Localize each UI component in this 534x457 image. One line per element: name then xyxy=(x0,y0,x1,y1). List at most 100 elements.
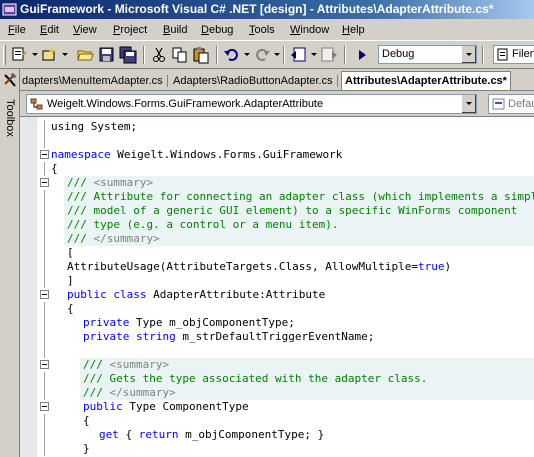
code-line[interactable]: /// model of a generic GUI element) to a… xyxy=(20,204,534,218)
toolbox-tab[interactable]: Toolbox xyxy=(1,95,18,155)
outline-line xyxy=(44,428,45,442)
outline-line xyxy=(44,260,45,274)
menu-edit[interactable]: Edit xyxy=(40,22,59,38)
code-token: m_strDefaultTriggerEventName; xyxy=(175,330,375,343)
collapse-icon[interactable] xyxy=(40,178,49,187)
outline-line xyxy=(44,274,45,288)
undo-icon[interactable] xyxy=(222,45,242,65)
code-token: using System; xyxy=(51,120,138,133)
menu-debug[interactable]: Debug xyxy=(201,22,233,38)
code-line[interactable]: public Type ComponentType xyxy=(20,400,534,414)
cut-icon[interactable] xyxy=(149,45,169,65)
tab-menu-item-adapter[interactable]: dapters\MenuItemAdapter.cs xyxy=(20,72,163,90)
code-line[interactable]: private string m_strDefaultTriggerEventN… xyxy=(20,330,534,344)
keyword-token: namespace xyxy=(51,148,111,161)
menu-label-rest: uild xyxy=(170,24,188,36)
outline-line xyxy=(44,344,45,358)
undo-dropdown-icon[interactable] xyxy=(244,53,250,56)
code-token: Type m_objComponentType; xyxy=(129,316,295,329)
collapse-icon[interactable] xyxy=(40,150,49,159)
code-text: /// Attribute for connecting an adapter … xyxy=(67,190,534,204)
navigate-back-dropdown-icon[interactable] xyxy=(311,53,317,56)
chevron-down-icon[interactable] xyxy=(461,95,476,113)
save-icon[interactable] xyxy=(97,45,117,65)
code-line[interactable]: public class AdapterAttribute:Attribute xyxy=(20,288,534,302)
menu-tools[interactable]: Tools xyxy=(249,22,275,38)
code-line[interactable]: namespace Weigelt.Windows.Forms.GuiFrame… xyxy=(20,148,534,162)
code-text: get { return m_objComponentType; } xyxy=(99,428,324,442)
menu-view[interactable]: View xyxy=(73,22,97,38)
code-line[interactable] xyxy=(20,134,534,148)
collapse-icon[interactable] xyxy=(40,402,49,411)
menu-project[interactable]: Project xyxy=(113,22,147,38)
new-project-dropdown-icon[interactable] xyxy=(32,53,38,56)
code-text: ] xyxy=(67,274,74,288)
comment-token: <summary> xyxy=(109,358,170,371)
add-item-dropdown-icon[interactable] xyxy=(62,53,68,56)
find-combo[interactable]: Filen xyxy=(493,45,534,64)
toolbox-icon[interactable] xyxy=(2,73,17,88)
code-token: { xyxy=(67,302,74,315)
code-text: { xyxy=(83,414,90,428)
copy-icon[interactable] xyxy=(170,45,190,65)
save-all-icon[interactable] xyxy=(118,45,138,65)
code-line[interactable]: using System; xyxy=(20,120,534,134)
collapse-icon[interactable] xyxy=(40,290,49,299)
code-token: AttributeUsage(AttributeTargets.Class, A… xyxy=(67,260,418,273)
code-line[interactable]: /// type (e.g. a control or a menu item)… xyxy=(20,218,534,232)
code-line[interactable]: get { return m_objComponentType; } xyxy=(20,428,534,442)
tab-adapter-attribute[interactable]: Attributes\AdapterAttribute.cs* xyxy=(341,71,511,90)
menu-help[interactable]: Help xyxy=(342,22,365,38)
code-line[interactable]: /// <summary> xyxy=(20,176,534,190)
code-line[interactable]: /// <summary> xyxy=(20,358,534,372)
navigate-forward-icon[interactable] xyxy=(319,45,339,65)
code-line[interactable]: { xyxy=(20,302,534,316)
code-line[interactable]: private Type m_objComponentType; xyxy=(20,316,534,330)
code-editor[interactable]: using System; namespace Weigelt.Windows.F… xyxy=(20,117,534,457)
add-item-icon[interactable] xyxy=(40,45,60,65)
code-line[interactable]: /// Gets the type associated with the ad… xyxy=(20,372,534,386)
new-project-icon[interactable] xyxy=(10,45,30,65)
type-dropdown[interactable]: Weigelt.Windows.Forms.GuiFramework.Adapt… xyxy=(26,94,477,114)
code-line[interactable]: { xyxy=(20,162,534,176)
code-line[interactable] xyxy=(20,344,534,358)
paste-icon[interactable] xyxy=(191,45,211,65)
start-icon[interactable] xyxy=(352,45,372,65)
code-line[interactable]: /// </summary> xyxy=(20,232,534,246)
menu-build[interactable]: Build xyxy=(163,22,187,38)
code-text: /// model of a generic GUI element) to a… xyxy=(67,204,517,218)
code-line[interactable]: { xyxy=(20,414,534,428)
comment-token: </summary> xyxy=(109,386,176,399)
navigate-back-icon[interactable] xyxy=(289,45,309,65)
code-text: { xyxy=(51,162,58,176)
toolbox-sidebar: Toolbox xyxy=(0,69,20,457)
code-line[interactable]: /// Attribute for connecting an adapter … xyxy=(20,190,534,204)
code-text: private string m_strDefaultTriggerEventN… xyxy=(83,330,374,344)
code-line[interactable]: ] xyxy=(20,274,534,288)
member-dropdown[interactable]: DefaultTr xyxy=(488,94,534,114)
redo-dropdown-icon[interactable] xyxy=(274,53,280,56)
open-icon[interactable] xyxy=(76,45,96,65)
collapse-icon[interactable] xyxy=(40,360,49,369)
code-text: { xyxy=(67,302,74,316)
menu-label-rest: elp xyxy=(349,24,365,36)
menu-window[interactable]: Window xyxy=(290,22,329,38)
comment-token: /// Attribute for connecting an adapter … xyxy=(67,190,534,203)
code-line[interactable]: } xyxy=(20,442,534,456)
tab-radio-button-adapter[interactable]: Adapters\RadioButtonAdapter.cs xyxy=(171,72,333,90)
toolbar-grip[interactable] xyxy=(3,45,6,65)
solution-configuration-combo[interactable]: Debug xyxy=(378,45,477,64)
field-icon xyxy=(492,98,505,110)
outline-line xyxy=(44,442,45,456)
code-text: } xyxy=(83,442,90,456)
code-line[interactable]: /// </summary> xyxy=(20,386,534,400)
comment-token: /// xyxy=(67,176,94,189)
code-line[interactable]: [ xyxy=(20,246,534,260)
outline-line xyxy=(44,302,45,316)
outline-line xyxy=(44,246,45,260)
redo-icon[interactable] xyxy=(252,45,272,65)
chevron-down-icon[interactable] xyxy=(461,46,476,63)
menu-file[interactable]: File xyxy=(8,22,26,38)
code-line[interactable]: AttributeUsage(AttributeTargets.Class, A… xyxy=(20,260,534,274)
code-token: Weigelt.Windows.Forms.GuiFramework xyxy=(110,148,343,161)
